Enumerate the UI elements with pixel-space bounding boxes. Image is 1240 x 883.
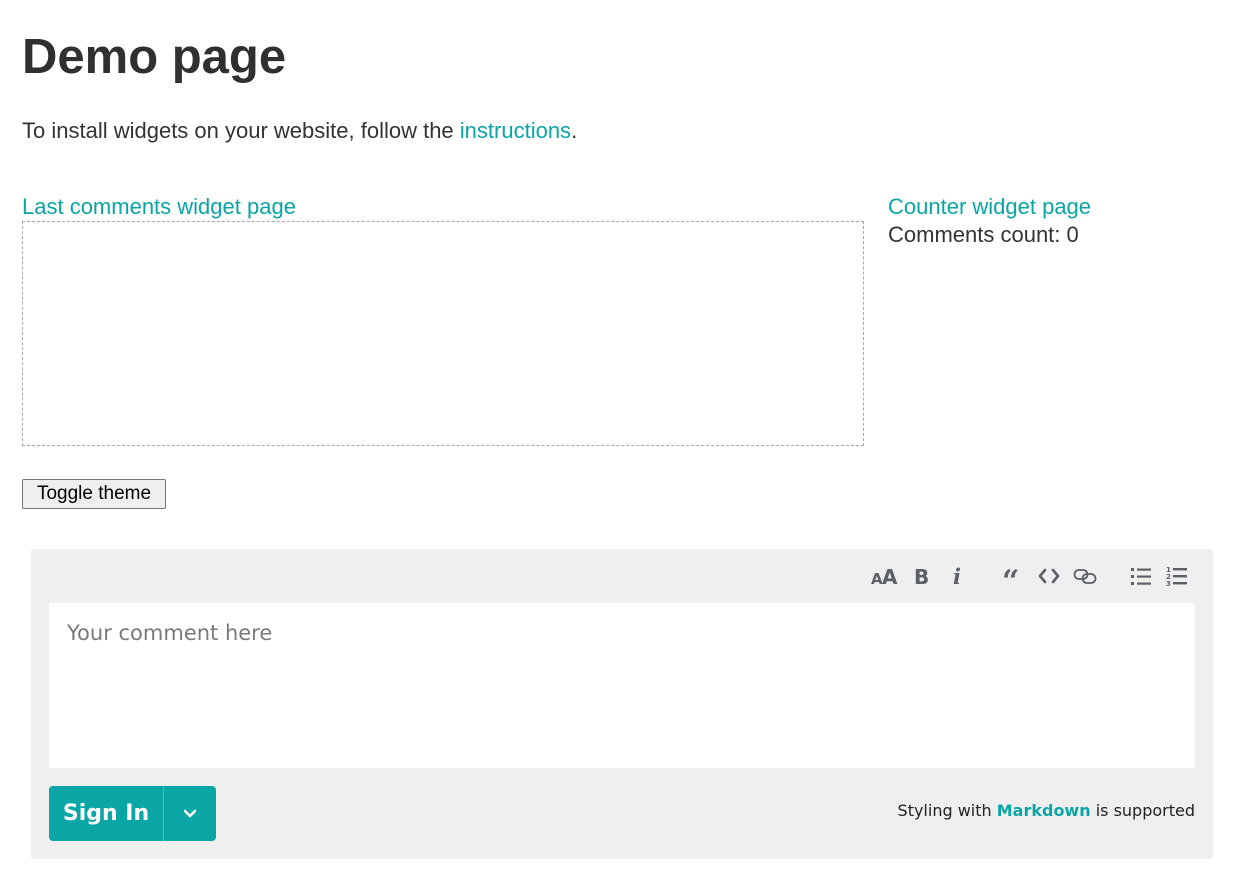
ordered-list-icon: 123 <box>1166 566 1187 587</box>
code-button[interactable] <box>1031 561 1067 591</box>
instructions-link[interactable]: instructions <box>460 118 571 143</box>
markdown-link[interactable]: Markdown <box>997 801 1091 820</box>
comment-input[interactable] <box>49 603 1195 768</box>
sign-in-dropdown-button[interactable] <box>164 786 216 841</box>
italic-button[interactable]: i <box>939 561 975 591</box>
svg-text:“: “ <box>1002 565 1019 587</box>
bold-icon: B <box>914 565 929 587</box>
bold-button[interactable]: B <box>903 561 939 591</box>
comments-count: Comments count: 0 <box>888 221 1079 249</box>
sign-in-button[interactable]: Sign In <box>49 786 164 841</box>
last-comments-widget-link[interactable]: Last comments widget page <box>22 193 296 221</box>
chevron-down-icon <box>183 809 197 817</box>
header-button[interactable]: AA <box>867 561 903 591</box>
sign-in-button-group: Sign In <box>49 786 216 841</box>
last-comments-widget-frame <box>22 221 864 446</box>
comments-count-value: 0 <box>1066 222 1079 247</box>
page-title: Demo page <box>22 30 287 84</box>
quote-icon: “ <box>1002 565 1019 587</box>
header-icon: AA <box>871 565 898 587</box>
link-button[interactable] <box>1067 561 1103 591</box>
markdown-note-prefix: Styling with <box>897 801 997 820</box>
intro-suffix: . <box>571 118 578 143</box>
unordered-list-icon <box>1131 568 1151 585</box>
svg-text:A: A <box>882 565 898 587</box>
toggle-theme-button[interactable]: Toggle theme <box>22 479 166 509</box>
svg-text:B: B <box>914 565 929 587</box>
unordered-list-button[interactable] <box>1123 561 1159 591</box>
italic-icon: i <box>953 565 961 587</box>
intro-prefix: To install widgets on your website, foll… <box>22 118 460 143</box>
editor-toolbar: AA B i “ 123 <box>867 561 1195 591</box>
markdown-note-suffix: is supported <box>1090 801 1195 820</box>
code-icon <box>1038 568 1060 584</box>
svg-text:3: 3 <box>1166 580 1171 587</box>
counter-widget-link[interactable]: Counter widget page <box>888 193 1091 221</box>
link-icon <box>1073 569 1097 584</box>
ordered-list-button[interactable]: 123 <box>1159 561 1195 591</box>
comments-count-label: Comments count: <box>888 222 1067 247</box>
intro-text: To install widgets on your website, foll… <box>22 117 577 145</box>
quote-button[interactable]: “ <box>995 561 1031 591</box>
comment-editor: AA B i “ 123 Sign In Styling wit <box>31 549 1213 859</box>
markdown-note: Styling with Markdown is supported <box>898 801 1195 820</box>
svg-text:i: i <box>953 565 961 587</box>
